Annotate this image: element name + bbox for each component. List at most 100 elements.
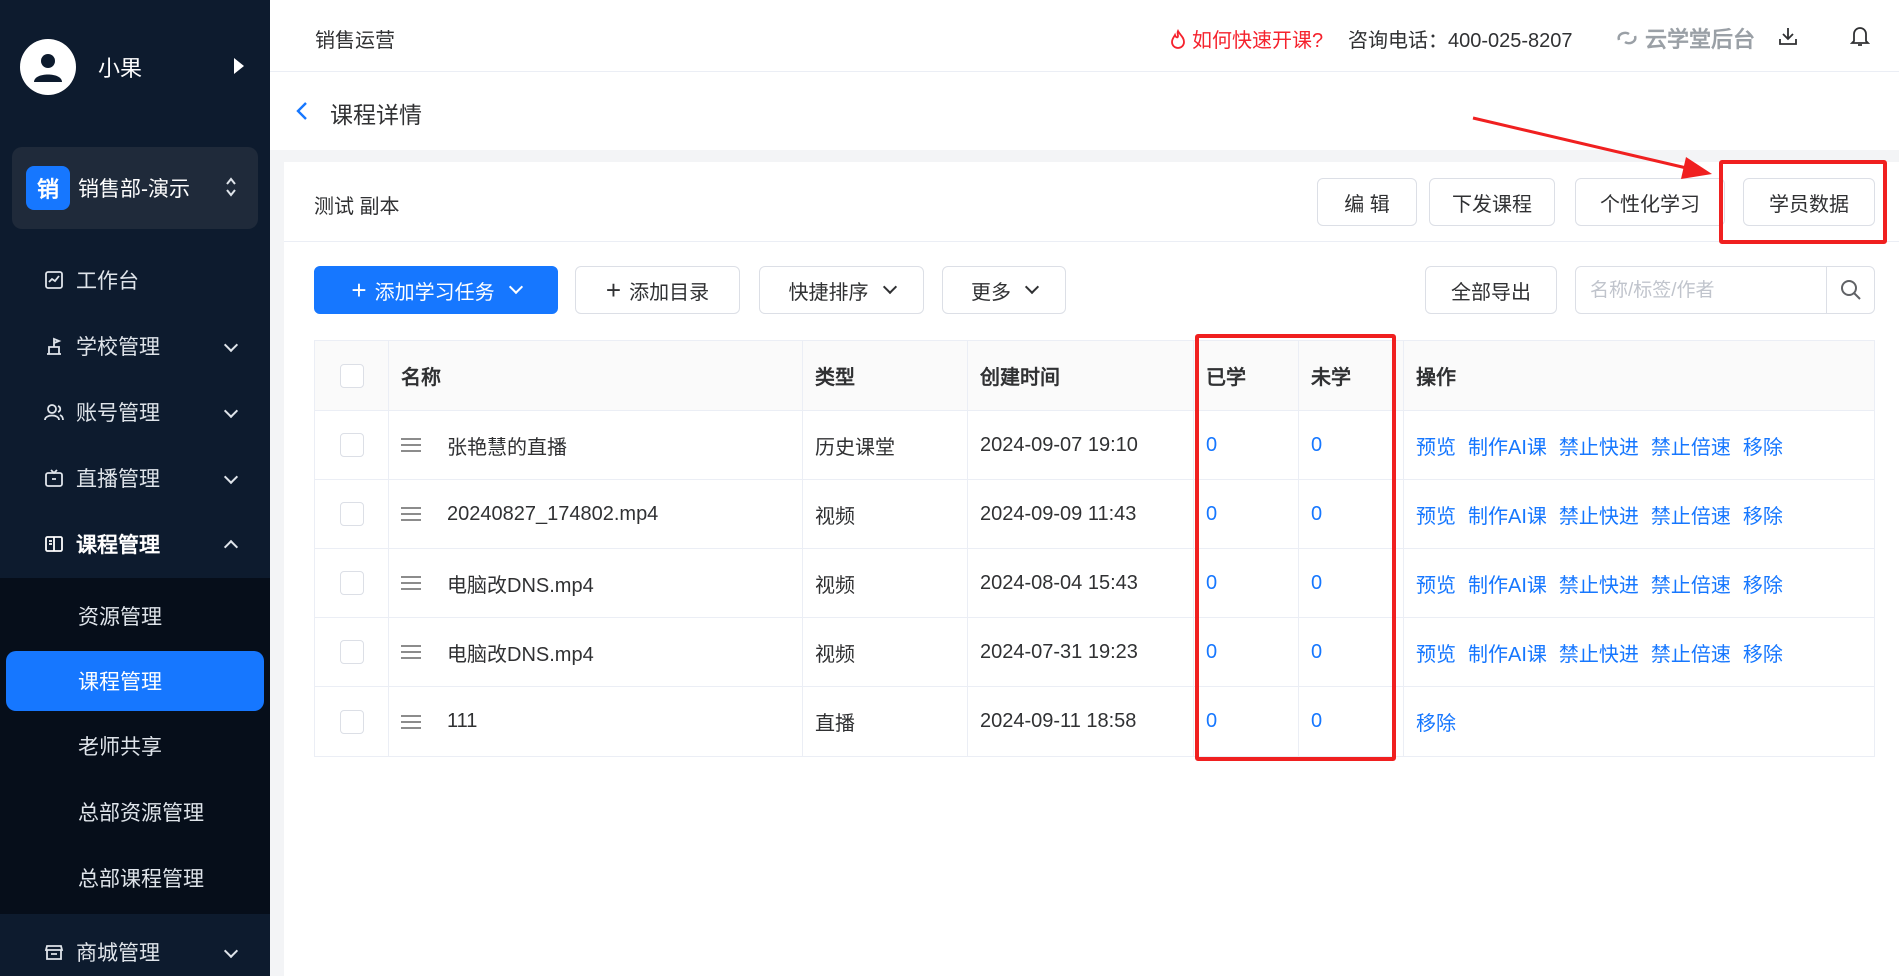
personalized-learning-button[interactable]: 个性化学习 (1575, 178, 1725, 226)
school-icon (44, 336, 64, 356)
make-ai-course-link[interactable]: 制作AI课 (1468, 638, 1547, 667)
consult-phone: 咨询电话：400-025-8207 (1348, 30, 1573, 52)
preview-link[interactable]: 预览 (1416, 431, 1456, 460)
preview-link[interactable]: 预览 (1416, 638, 1456, 667)
select-all-checkbox[interactable] (339, 363, 364, 388)
nav-item-live[interactable]: 直播管理 (0, 448, 270, 508)
name-cell: 电脑改DNS.mp4 (389, 549, 803, 617)
remove-link[interactable]: 移除 (1416, 707, 1456, 736)
annotation-highlight-student-data (1719, 160, 1887, 244)
search-input[interactable] (1590, 279, 1810, 303)
name-cell: 电脑改DNS.mp4 (389, 618, 803, 686)
caret-right-icon[interactable] (234, 58, 244, 74)
make-ai-course-link[interactable]: 制作AI课 (1468, 500, 1547, 529)
avatar (20, 39, 76, 95)
make-ai-course-link[interactable]: 制作AI课 (1468, 569, 1547, 598)
flame-icon (1171, 28, 1185, 49)
add-directory-button[interactable]: + 添加目录 (575, 266, 740, 314)
preview-link[interactable]: 预览 (1416, 500, 1456, 529)
quick-sort-dropdown[interactable]: 快捷排序 (759, 266, 924, 314)
download-icon[interactable] (1778, 26, 1798, 46)
user-profile[interactable]: 小果 (20, 36, 260, 98)
created-cell: 2024-08-04 15:43 (968, 549, 1194, 617)
disable-speed-link[interactable]: 禁止倍速 (1651, 569, 1731, 598)
remove-link[interactable]: 移除 (1743, 569, 1783, 598)
header-ops: 操作 (1416, 367, 1456, 389)
chevron-down-icon (882, 279, 897, 295)
ops-cell: 预览 制作AI课 禁止快进 禁止倍速 移除 (1404, 480, 1876, 548)
nav-item-workbench[interactable]: 工作台 (0, 250, 270, 310)
disable-speed-link[interactable]: 禁止倍速 (1651, 638, 1731, 667)
row-checkbox[interactable] (339, 640, 364, 664)
more-label: 更多 (971, 281, 1011, 304)
subnav-item-hq-resources[interactable]: 总部资源管理 (6, 782, 264, 842)
nav-item-course[interactable]: 课程管理 (0, 514, 270, 574)
distribute-course-button[interactable]: 下发课程 (1429, 178, 1555, 226)
course-name: 测试 副本 (314, 196, 400, 218)
header-checkbox-cell (315, 341, 389, 410)
nav-item-school[interactable]: 学校管理 (0, 316, 270, 376)
disable-fast-forward-link[interactable]: 禁止快进 (1559, 431, 1639, 460)
edit-button[interactable]: 编 辑 (1317, 178, 1417, 226)
remove-link[interactable]: 移除 (1743, 638, 1783, 667)
type-cell: 视频 (803, 480, 968, 548)
preview-link[interactable]: 预览 (1416, 569, 1456, 598)
tv-icon (44, 468, 64, 488)
nav-item-mall[interactable]: 商城管理 (0, 922, 270, 976)
disable-fast-forward-link[interactable]: 禁止快进 (1559, 500, 1639, 529)
created-cell: 2024-09-11 18:58 (968, 687, 1194, 756)
card-header: 测试 副本 编 辑 下发课程 个性化学习 学员数据 (284, 162, 1899, 242)
row-checkbox[interactable] (339, 571, 364, 595)
howto-label: 如何快速开课? (1192, 30, 1324, 52)
drag-handle-icon[interactable] (401, 437, 421, 453)
disable-fast-forward-link[interactable]: 禁止快进 (1559, 569, 1639, 598)
row-checkbox-cell (315, 687, 389, 756)
bell-icon[interactable] (1850, 25, 1870, 47)
department-switcher[interactable]: 销 销售部-演示 (12, 147, 258, 229)
back-arrow-icon[interactable] (294, 100, 310, 122)
disable-speed-link[interactable]: 禁止倍速 (1651, 500, 1731, 529)
name-cell: 111 (389, 687, 803, 756)
nav-item-accounts[interactable]: 账号管理 (0, 382, 270, 442)
add-learning-task-button[interactable]: + 添加学习任务 (314, 266, 558, 314)
chevron-down-icon (223, 943, 239, 959)
disable-speed-link[interactable]: 禁止倍速 (1651, 431, 1731, 460)
ops-cell: 预览 制作AI课 禁止快进 禁止倍速 移除 (1404, 411, 1876, 479)
ops-cell: 预览 制作AI课 禁止快进 禁止倍速 移除 (1404, 618, 1876, 686)
howto-link[interactable]: 如何快速开课? (1170, 24, 1323, 53)
type-cell: 视频 (803, 618, 968, 686)
disable-fast-forward-link[interactable]: 禁止快进 (1559, 638, 1639, 667)
remove-link[interactable]: 移除 (1743, 431, 1783, 460)
drag-handle-icon[interactable] (401, 506, 421, 522)
task-name: 111 (447, 710, 478, 732)
search-icon (1840, 280, 1861, 300)
more-dropdown[interactable]: 更多 (942, 266, 1066, 314)
export-all-button[interactable]: 全部导出 (1425, 266, 1557, 314)
brand-name: 云学堂后台 (1645, 27, 1756, 52)
row-checkbox-cell (315, 411, 389, 479)
row-checkbox[interactable] (339, 433, 364, 457)
task-name: 电脑改DNS.mp4 (447, 643, 594, 666)
make-ai-course-link[interactable]: 制作AI课 (1468, 431, 1547, 460)
nav-label: 课程管理 (76, 534, 160, 557)
remove-link[interactable]: 移除 (1743, 500, 1783, 529)
row-checkbox-cell (315, 618, 389, 686)
brand-logo: 云学堂后台 (1615, 22, 1755, 54)
ops-cell: 预览 制作AI课 禁止快进 禁止倍速 移除 (1404, 549, 1876, 617)
drag-handle-icon[interactable] (401, 575, 421, 591)
chevron-up-icon (223, 539, 239, 555)
drag-handle-icon[interactable] (401, 644, 421, 660)
subnav-item-hq-courses[interactable]: 总部课程管理 (6, 848, 264, 908)
nav-label: 账号管理 (76, 402, 160, 425)
row-checkbox-cell (315, 480, 389, 548)
subnav-item-teacher-share[interactable]: 老师共享 (6, 716, 264, 776)
subnav-item-resources[interactable]: 资源管理 (6, 586, 264, 646)
course-task-table: 名称 类型 创建时间 已学 未学 操作 张艳慧的直播 历史课堂 2024-09-… (314, 340, 1875, 757)
row-checkbox[interactable] (339, 502, 364, 526)
row-checkbox[interactable] (339, 709, 364, 734)
type-cell: 历史课堂 (803, 411, 968, 479)
search-button[interactable] (1826, 267, 1874, 313)
subnav-item-course[interactable]: 课程管理 (6, 651, 264, 711)
drag-handle-icon[interactable] (401, 714, 421, 730)
chevron-down-icon (223, 403, 239, 419)
